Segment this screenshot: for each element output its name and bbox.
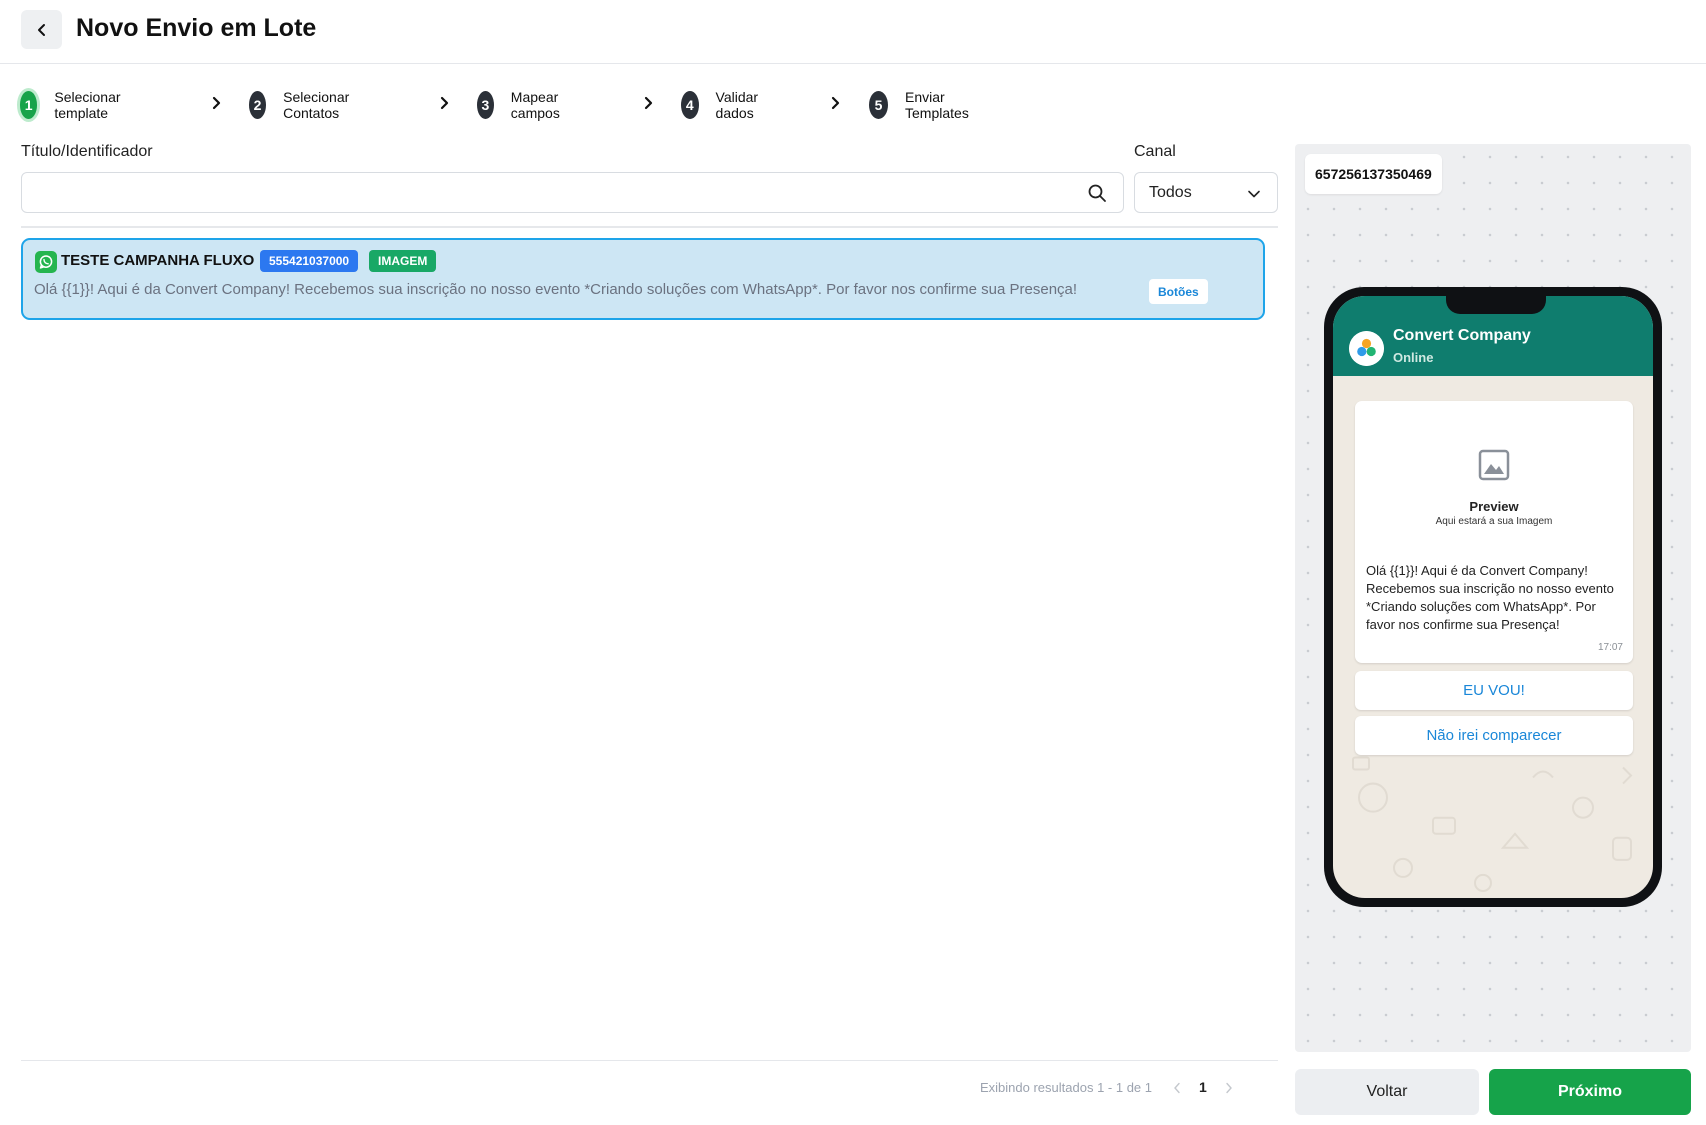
quick-reply-button[interactable]: EU VOU! [1355,671,1633,710]
contact-name: Convert Company [1393,327,1531,344]
company-logo-icon [1349,331,1384,366]
chevron-right-icon [831,96,840,110]
preview-panel: 657256137350469 Convert Company Online P… [1295,144,1691,1052]
title-filter-label: Título/Identificador [21,143,153,160]
step-1[interactable]: 1 Selecionar template [20,89,131,121]
step-4[interactable]: 4 Validar dados [681,89,769,121]
phone-id-chip: 657256137350469 [1305,154,1442,194]
divider [21,226,1278,228]
quick-reply-button[interactable]: Não irei comparecer [1355,716,1633,755]
step-label: Enviar Templates [905,89,969,121]
title-search-field [21,172,1124,213]
channel-filter-label: Canal [1134,143,1176,160]
phone-notch [1446,296,1546,314]
page-number[interactable]: 1 [1199,1079,1207,1095]
media-preview-subtitle: Aqui estará a sua Imagem [1435,516,1553,527]
step-number: 4 [681,91,699,119]
chevron-left-icon [37,23,45,36]
next-page-icon[interactable] [1224,1082,1234,1094]
pagination-summary: Exibindo resultados 1 - 1 de 1 [980,1080,1152,1095]
buttons-tag: Botões [1149,279,1208,304]
message-text: Olá {{1}}! Aqui é da Convert Company! Re… [1366,563,1614,632]
prev-page-icon[interactable] [1172,1082,1182,1094]
step-label: Mapear campos [510,89,560,121]
channel-select-value: Todos [1149,184,1192,201]
page-title: Novo Envio em Lote [76,14,317,42]
step-number: 2 [249,91,267,119]
whatsapp-icon [35,251,57,273]
step-5[interactable]: 5 Enviar Templates [869,89,978,121]
step-number: 3 [477,91,494,119]
template-text: Olá {{1}}! Aqui é da Convert Company! Re… [34,281,1078,298]
image-icon [1478,449,1510,481]
chevron-down-icon [1248,190,1260,198]
proximo-button[interactable]: Próximo [1489,1069,1691,1115]
step-number: 5 [869,91,889,119]
step-3[interactable]: 3 Mapear campos [477,89,571,121]
type-badge: IMAGEM [369,250,437,272]
chevron-right-icon [440,96,449,110]
voltar-button[interactable]: Voltar [1295,1069,1479,1115]
back-button[interactable] [21,10,62,49]
template-card[interactable]: TESTE CAMPANHA FLUXO 555421037000 IMAGEM… [21,238,1265,320]
template-name: TESTE CAMPANHA FLUXO [61,252,255,269]
step-label: Selecionar Contatos [283,89,350,121]
step-label: Selecionar template [54,89,121,121]
footer-divider [21,1060,1278,1061]
channel-select[interactable]: Todos [1134,172,1278,213]
phone-mockup: Convert Company Online Preview Aqui esta… [1324,287,1662,907]
search-icon[interactable] [1087,183,1107,203]
chevron-right-icon [644,96,653,110]
contact-status: Online [1393,350,1434,365]
message-time: 17:07 [1597,642,1623,653]
search-input[interactable] [34,181,1074,205]
step-number: 1 [20,91,38,119]
phone-screen: Convert Company Online Preview Aqui esta… [1333,296,1653,898]
chevron-right-icon [212,96,221,110]
page-header: Novo Envio em Lote [0,0,1706,64]
message-bubble: Preview Aqui estará a sua Imagem Olá {{1… [1355,401,1633,663]
media-preview-title: Preview [1469,499,1519,514]
step-label: Validar dados [715,89,759,121]
step-2[interactable]: 2 Selecionar Contatos [249,89,360,121]
phone-badge: 555421037000 [260,250,359,272]
